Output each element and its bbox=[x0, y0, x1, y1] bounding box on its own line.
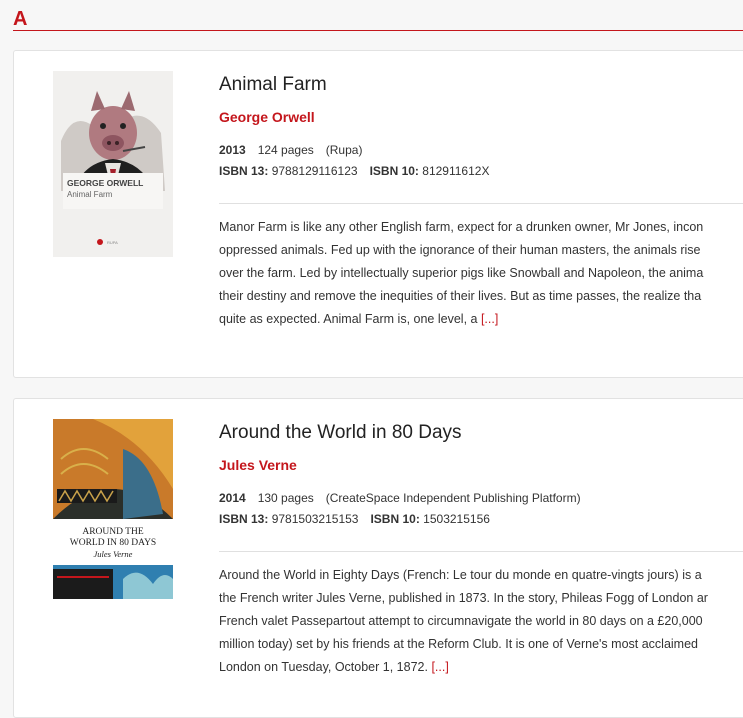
cover-publisher-text: RUPA bbox=[107, 240, 118, 245]
book-card: AROUND THE WORLD IN 80 DAYS Jules Verne … bbox=[13, 398, 743, 718]
cover-author-line: Jules Verne bbox=[94, 549, 133, 559]
book-year: 2014 bbox=[219, 491, 246, 505]
book-cover-image[interactable]: GEORGE ORWELL Animal Farm RUPA bbox=[53, 71, 173, 257]
isbn13-label: ISBN 13: bbox=[219, 164, 269, 178]
cover-title-line2: WORLD IN 80 DAYS bbox=[70, 538, 156, 548]
book-pages: 124 pages bbox=[257, 143, 314, 157]
divider bbox=[219, 203, 743, 204]
isbn13-label: ISBN 13: bbox=[219, 512, 269, 526]
read-more-link[interactable]: [...] bbox=[481, 312, 498, 326]
description-line: million today) set by his friends at the… bbox=[219, 637, 698, 651]
read-more-link[interactable]: [...] bbox=[431, 660, 448, 674]
description-line: Around the World in Eighty Days (French:… bbox=[219, 568, 702, 582]
cover-title-line1: AROUND THE bbox=[82, 527, 144, 537]
isbn13-value: 9788129116123 bbox=[271, 164, 358, 178]
book-card: GEORGE ORWELL Animal Farm RUPA Animal Fa… bbox=[13, 50, 743, 378]
isbn10-label: ISBN 10: bbox=[370, 512, 420, 526]
isbn10-label: ISBN 10: bbox=[369, 164, 419, 178]
book-title[interactable]: Around the World in 80 Days bbox=[219, 421, 743, 445]
cover-author-text: GEORGE ORWELL bbox=[67, 178, 143, 188]
book-year: 2013 bbox=[219, 143, 246, 157]
cover-title-text: Animal Farm bbox=[67, 190, 113, 199]
description-line: quite as expected. Animal Farm is, one l… bbox=[219, 312, 499, 326]
book-publisher: (CreateSpace Independent Publishing Plat… bbox=[325, 491, 581, 505]
book-description: Around the World in Eighty Days (French:… bbox=[219, 564, 743, 679]
description-line: the French writer Jules Verne, published… bbox=[219, 591, 708, 605]
book-author[interactable]: Jules Verne bbox=[219, 456, 743, 474]
description-line: their destiny and remove the inequities … bbox=[219, 289, 702, 303]
description-line: London on Tuesday, October 1, 1872. [...… bbox=[219, 660, 449, 674]
section-letter-header: A bbox=[13, 6, 743, 31]
book-author[interactable]: George Orwell bbox=[219, 108, 743, 126]
book-title[interactable]: Animal Farm bbox=[219, 73, 743, 97]
description-line: Manor Farm is like any other English far… bbox=[219, 220, 704, 234]
description-line: French valet Passepartout attempt to cir… bbox=[219, 614, 703, 628]
description-line: over the farm. Led by intellectually sup… bbox=[219, 266, 704, 280]
book-meta: 2013 124 pages (Rupa) ISBN 13: 97881291161… bbox=[219, 140, 743, 182]
book-pages: 130 pages bbox=[257, 491, 314, 505]
divider bbox=[219, 551, 743, 552]
section-letter: A bbox=[13, 8, 28, 30]
book-publisher: (Rupa) bbox=[325, 143, 363, 157]
book-cover-image[interactable]: AROUND THE WORLD IN 80 DAYS Jules Verne bbox=[53, 419, 173, 599]
isbn13-value: 9781503215153 bbox=[271, 512, 359, 526]
book-meta: 2014 130 pages (CreateSpace Independent Pu… bbox=[219, 488, 743, 530]
isbn10-value: 812911612X bbox=[422, 164, 490, 178]
isbn10-value: 1503215156 bbox=[423, 512, 490, 526]
book-description: Manor Farm is like any other English far… bbox=[219, 216, 743, 331]
description-line: oppressed animals. Fed up with the ignor… bbox=[219, 243, 701, 257]
